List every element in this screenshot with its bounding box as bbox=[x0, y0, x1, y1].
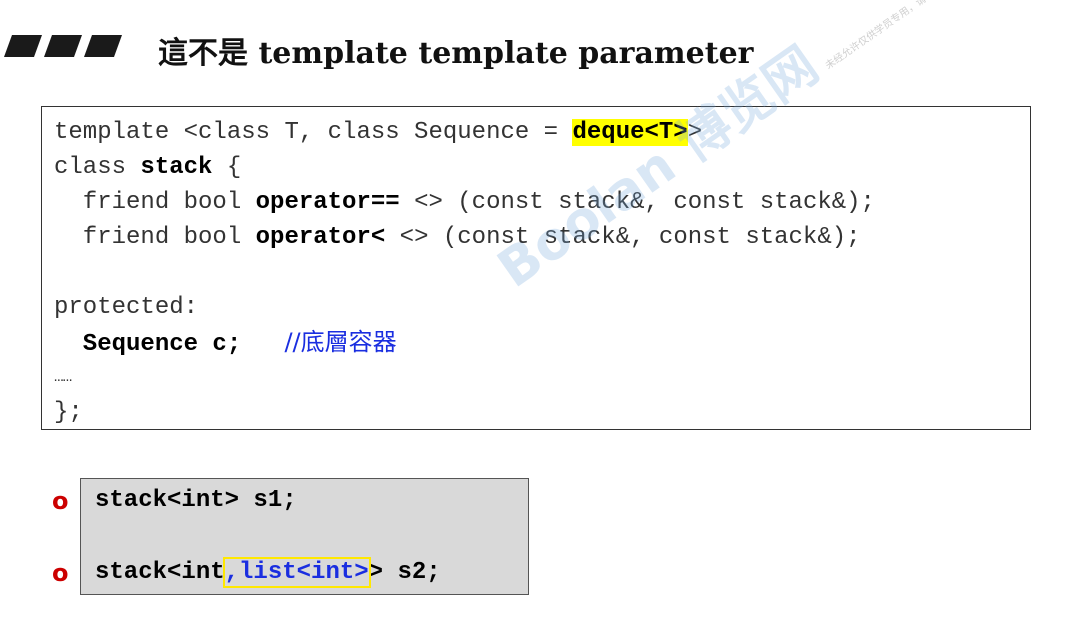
code-line-1: template <class T, class Sequence = dequ… bbox=[54, 115, 875, 150]
code-line-4-post: <> (const stack&, const stack&); bbox=[385, 224, 861, 251]
bullet-2: o bbox=[52, 559, 69, 587]
code-line-7: Sequence c; //底層容器 bbox=[54, 325, 875, 360]
code-line-3: friend bool operator== <> (const stack&,… bbox=[54, 185, 875, 220]
default-arg-highlight: deque<T> bbox=[572, 119, 688, 146]
example-highlight: ,list<int> bbox=[222, 557, 371, 588]
watermark-notice: 未经允许仅供学员专用，请勿线上传播，侵害侵犯者将依法追究法律责任。 bbox=[824, 0, 1077, 72]
code-line-1-pre: template <class T, class Sequence = bbox=[54, 119, 573, 146]
code-line-6: protected: bbox=[54, 294, 199, 321]
code-line-8-ellipsis: …… bbox=[54, 368, 72, 386]
code-comment: //底層容器 bbox=[284, 328, 397, 356]
code-text: template <class T, class Sequence = dequ… bbox=[54, 115, 875, 430]
page-title: 這不是 template template parameter bbox=[158, 36, 754, 71]
bar-1 bbox=[3, 35, 43, 57]
code-line-3-pre: friend bool bbox=[54, 189, 256, 216]
code-line-3-post: <> (const stack&, const stack&); bbox=[399, 189, 875, 216]
member-declaration: Sequence c; bbox=[54, 331, 242, 358]
example-line-2: stack<int,list<int>> s2; bbox=[95, 557, 441, 588]
code-block: template <class T, class Sequence = dequ… bbox=[41, 106, 1031, 430]
code-line-5-blank bbox=[54, 255, 875, 290]
bullet-1: o bbox=[52, 487, 69, 515]
code-line-2-pre: class bbox=[54, 154, 141, 181]
code-line-9: }; bbox=[54, 399, 83, 426]
example-line-2-post: > s2; bbox=[368, 559, 441, 586]
code-line-2-post: { bbox=[212, 154, 242, 181]
bar-3 bbox=[83, 35, 123, 57]
code-line-4-pre: friend bool bbox=[54, 224, 256, 251]
code-line-4: friend bool operator< <> (const stack&, … bbox=[54, 220, 875, 255]
bar-2 bbox=[43, 35, 83, 57]
operator-eq: operator== bbox=[255, 189, 400, 216]
class-name: stack bbox=[140, 154, 213, 181]
operator-lt: operator< bbox=[255, 224, 386, 251]
example-block: stack<int> s1; stack<int,list<int>> s2; bbox=[80, 478, 529, 595]
example-line-2-pre: stack<int bbox=[95, 559, 225, 586]
example-line-1: stack<int> s1; bbox=[95, 487, 297, 514]
code-line-2: class stack { bbox=[54, 150, 875, 185]
code-line-1-post: > bbox=[687, 119, 703, 146]
